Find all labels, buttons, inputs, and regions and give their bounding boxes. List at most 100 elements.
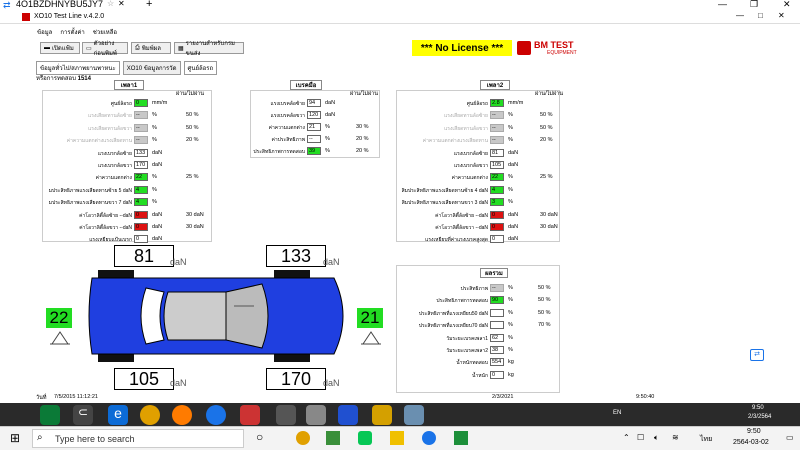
summary-row-value[interactable] (490, 308, 504, 317)
axle2-row-value[interactable]: 2.8 (490, 99, 504, 107)
axle2-row-label: แรงเบรกล้อขวา (453, 163, 488, 169)
report-button[interactable]: ▦ รายงานสำหรับกรมขนส่ง (174, 41, 244, 57)
axle1-row-value[interactable]: 0 (134, 99, 148, 107)
axle1-row-value[interactable]: 0 (134, 223, 148, 231)
rear-right-unit: daN (323, 378, 340, 388)
axle1-row-value[interactable]: 4 (134, 198, 148, 207)
app-car-icon[interactable] (276, 405, 296, 425)
summary-row-value[interactable]: 554 (490, 358, 504, 367)
axle2-row-value[interactable]: -- (490, 123, 504, 132)
clock-time[interactable]: 9:50 (747, 428, 761, 435)
parking-row-value[interactable]: 21 (307, 123, 321, 131)
summary-row-value[interactable]: -- (490, 284, 504, 292)
app-gear-icon[interactable] (372, 405, 392, 425)
summary-row-label: ประสิทธิภาพที่แรงเหยียบ50 daN (418, 310, 488, 317)
parking-row-value[interactable]: 39 (307, 147, 321, 155)
taskbar-line-icon[interactable] (358, 431, 372, 445)
axle1-row-value[interactable]: -- (134, 136, 148, 145)
cortana-icon[interactable]: ○ (256, 430, 263, 444)
remote-lang[interactable]: EN (613, 410, 621, 416)
axle1-row-unit: daN (152, 211, 163, 218)
chevron-up-icon[interactable]: ⌃ (623, 433, 630, 442)
firefox-icon[interactable] (172, 405, 192, 425)
notification-icon[interactable]: ▭ (786, 433, 794, 442)
teamviewer-app-icon[interactable] (206, 405, 226, 425)
language-indicator[interactable]: ไทย (700, 434, 712, 445)
close-tab-icon[interactable]: ✕ (118, 0, 125, 8)
summary-row-value[interactable] (490, 321, 504, 330)
status-time: 9:50:40 (636, 394, 655, 400)
search-box[interactable]: ⌕ Type here to search (32, 429, 244, 448)
axle2-row-label: ศูนย์ล้อรถ (466, 101, 488, 107)
add-tab-button[interactable]: + (146, 0, 152, 10)
print-button[interactable]: ⎙ พิมพ์ผล (131, 42, 171, 54)
app-icon (22, 13, 30, 21)
summary-row-value[interactable]: 62 (490, 333, 504, 342)
axle2-row-value[interactable]: 0 (490, 210, 504, 219)
taskbar-teamviewer-icon[interactable] (422, 431, 436, 445)
menu-data[interactable]: ข้อมูล (37, 27, 52, 37)
volume-icon[interactable]: 🔈︎ (654, 433, 659, 443)
axle2-row-value[interactable]: 81 (490, 148, 504, 157)
network-icon[interactable]: ☐ (637, 433, 644, 442)
star-icon[interactable]: ☆ (107, 0, 114, 8)
edge-icon[interactable]: e (108, 405, 128, 425)
tab-alignment[interactable]: ศูนย์ล้อรถ (183, 61, 218, 75)
taskbar-app6-icon[interactable] (454, 431, 468, 445)
axle2-row-value[interactable]: 0 (490, 235, 504, 244)
taskbar-app2-icon[interactable] (326, 431, 340, 445)
maximize-icon[interactable]: ❐ (750, 0, 758, 10)
summary-row-value[interactable]: 38 (490, 346, 504, 354)
axle2-row-label: สิมประสิทธิภาพแรงเสียดทานขวา 3 daN (401, 200, 488, 207)
clock-date[interactable]: 2564-03-02 (733, 439, 769, 446)
app-close-icon[interactable]: ✕ (778, 11, 785, 20)
app-window-icon[interactable] (404, 405, 424, 425)
summary-row-unit: % (508, 309, 513, 316)
summary-row-unit: kg (508, 359, 514, 366)
axle2-row-value[interactable]: 3 (490, 198, 504, 207)
axle1-row-value[interactable]: 22 (134, 173, 148, 182)
axle2-row-value[interactable]: -- (490, 136, 504, 145)
taskbar-chrome-icon[interactable] (296, 431, 310, 445)
taskbar-folder-icon[interactable] (390, 431, 404, 445)
parking-row-value[interactable]: 120 (307, 111, 321, 119)
summary-row-value[interactable]: 90 (490, 296, 504, 305)
parking-row-value[interactable]: 94 (307, 99, 321, 107)
app-minimize-icon[interactable]: — (736, 11, 744, 20)
summary-row-value[interactable]: 0 (490, 370, 504, 379)
app-maximize-icon[interactable]: □ (758, 11, 763, 20)
tab-measurement[interactable]: XO10 ข้อมูลการวัด (122, 61, 181, 75)
axle1-row-value[interactable]: 170 (134, 161, 148, 169)
axle1-row-limit: 30 daN (186, 211, 204, 218)
axle2-row-value[interactable]: 22 (490, 173, 504, 182)
car-top-view (88, 270, 344, 362)
wifi-icon[interactable]: ≋ (672, 433, 679, 442)
axle1-row-value[interactable]: 0 (134, 235, 148, 244)
axle1-row-value[interactable]: -- (134, 111, 148, 120)
teamviewer-side-icon[interactable]: ⇄ (750, 349, 764, 361)
preview-button[interactable]: ▭ ตัวอย่างก่อนพิมพ์ (82, 41, 128, 57)
app-red-icon[interactable] (240, 405, 260, 425)
chrome-icon[interactable] (140, 405, 160, 425)
parking-row-unit: daN (325, 100, 336, 106)
axle2-row-value[interactable]: 0 (490, 223, 504, 231)
app-gauge-icon[interactable] (306, 405, 326, 425)
menu-settings[interactable]: การตั้งค่า (60, 27, 84, 37)
axle2-row-value[interactable]: -- (490, 111, 504, 120)
close-icon[interactable]: ✕ (783, 0, 791, 10)
axle2-row-value[interactable]: 4 (490, 185, 504, 194)
minimize-icon[interactable]: — (718, 0, 727, 9)
task-view-icon[interactable]: ⊂ (73, 405, 93, 425)
menu-help[interactable]: ช่วยเหลือ (93, 27, 117, 37)
start-orb-icon[interactable] (40, 405, 60, 425)
session-id: 4O1BZDHNYBU5JY7 (16, 0, 104, 9)
windows-start-icon[interactable]: ⊞ (10, 431, 20, 445)
parking-row-value[interactable]: -- (307, 135, 321, 143)
axle1-row-value[interactable]: 0 (134, 210, 148, 219)
axle1-row-value[interactable]: 133 (134, 148, 148, 157)
open-file-button[interactable]: ▬ เปิดแฟ้ม (40, 42, 80, 54)
axle1-row-value[interactable]: 4 (134, 185, 148, 194)
app-h-icon[interactable] (338, 405, 358, 425)
axle1-row-value[interactable]: -- (134, 123, 148, 132)
axle2-row-value[interactable]: 105 (490, 161, 504, 169)
